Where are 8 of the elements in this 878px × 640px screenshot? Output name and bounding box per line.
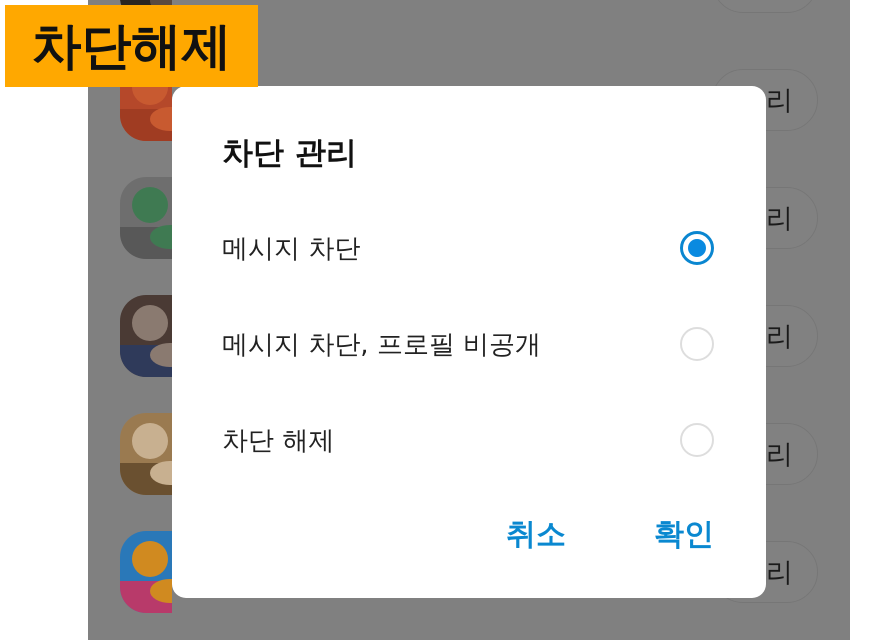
option-label: 메시지 차단, 프로필 비공개: [222, 328, 542, 362]
dialog-button[interactable]: 취소: [506, 514, 566, 555]
dialog-title: 차단 관리: [222, 134, 358, 173]
radio-button[interactable]: [680, 231, 714, 265]
option-label: 메시지 차단: [222, 232, 360, 266]
dialog-button[interactable]: 확인: [654, 514, 714, 555]
option-label: 차단 해제: [222, 424, 334, 458]
caption-badge: 차단해제: [5, 5, 258, 87]
